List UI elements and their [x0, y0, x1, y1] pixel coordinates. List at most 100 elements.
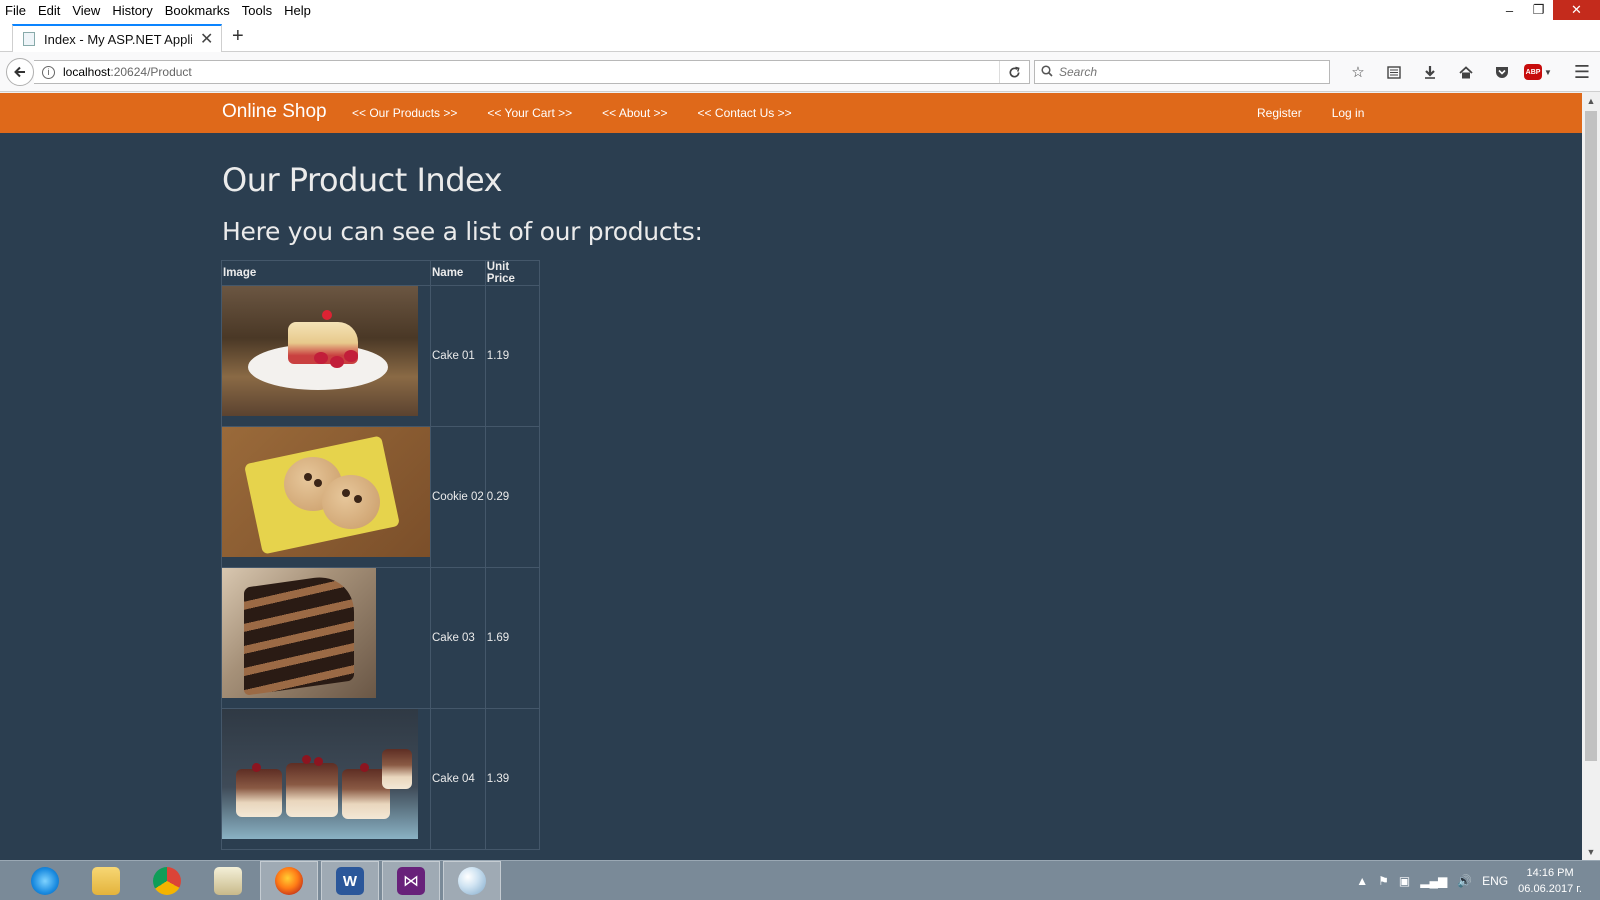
tab-strip: Index - My ASP.NET Applica ✕ + [0, 20, 1600, 52]
chocolate-cake-photo [222, 568, 376, 698]
download-icon[interactable] [1412, 60, 1448, 84]
restore-button[interactable]: ❐ [1524, 0, 1553, 20]
taskbar: W ⋈ ▲ ⚑ ▣ ▂▄▆ 🔊 ENG 14:16 PM 06.06.2017 … [0, 860, 1600, 900]
adblock-dropdown-icon: ▼ [1544, 67, 1552, 77]
login-link[interactable]: Log in [1332, 106, 1365, 120]
image-cell [221, 285, 431, 427]
pocket-icon[interactable] [1484, 60, 1520, 84]
site-navbar: Online Shop << Our Products >> << Your C… [0, 93, 1582, 133]
nav-contact-us-link[interactable]: << Contact Us >> [698, 106, 792, 120]
search-input[interactable] [1059, 65, 1309, 79]
page-title: Our Product Index [222, 161, 503, 199]
firefox-icon[interactable] [260, 861, 318, 900]
image-cell [221, 426, 431, 568]
site-brand-link[interactable]: Online Shop [222, 101, 327, 123]
close-window-button[interactable]: ✕ [1553, 0, 1600, 20]
nav-your-cart-link[interactable]: << Your Cart >> [487, 106, 572, 120]
product-name: Cookie 02 [430, 426, 486, 568]
product-price: 1.39 [484, 708, 540, 850]
site-nav-links: << Our Products >> << Your Cart >> << Ab… [352, 106, 822, 120]
back-arrow-icon [14, 66, 25, 78]
header-image: Image [221, 260, 431, 286]
scroll-down-icon[interactable]: ▼ [1582, 844, 1600, 860]
page-subtitle: Here you can see a list of our products: [222, 217, 703, 246]
image-cell [221, 567, 431, 709]
tray-flag-icon[interactable]: ⚑ [1378, 874, 1389, 888]
product-name: Cake 04 [430, 708, 486, 850]
clock-time: 14:16 PM [1526, 867, 1574, 879]
header-name: Name [430, 260, 486, 286]
vertical-scrollbar[interactable]: ▲ ▼ [1582, 93, 1600, 860]
tray-expand-icon[interactable]: ▲ [1356, 874, 1368, 888]
minimize-button[interactable]: – [1495, 0, 1524, 20]
toolbar-icons: ☆ ABP ▼ [1340, 60, 1556, 84]
table-row: Cake 01 1.19 [221, 285, 540, 427]
tray-volume-icon[interactable]: 🔊 [1457, 874, 1472, 888]
menu-edit[interactable]: Edit [32, 3, 66, 18]
product-price: 0.29 [484, 426, 540, 568]
menu-view[interactable]: View [66, 3, 106, 18]
adblock-badge: ABP [1524, 64, 1543, 80]
menu-bookmarks[interactable]: Bookmarks [159, 3, 236, 18]
cookies-photo [222, 427, 430, 557]
product-price: 1.19 [484, 285, 540, 427]
tray-signal-icon[interactable]: ▂▄▆ [1420, 874, 1447, 888]
header-unit-price: Unit Price [484, 260, 540, 286]
tray-language[interactable]: ENG [1482, 874, 1508, 888]
visual-studio-icon[interactable]: ⋈ [382, 861, 440, 900]
product-name: Cake 03 [430, 567, 486, 709]
reload-icon[interactable] [999, 61, 1029, 83]
product-price: 1.69 [484, 567, 540, 709]
home-icon[interactable] [1448, 60, 1484, 84]
mini-cakes-photo [222, 709, 418, 839]
notepad-icon[interactable] [199, 861, 257, 900]
product-table: Image Name Unit Price Cake 01 1.19 Cooki… [221, 260, 540, 850]
page-viewport: Online Shop << Our Products >> << Your C… [0, 93, 1582, 860]
reading-list-icon[interactable] [1376, 60, 1412, 84]
site-info-icon[interactable]: i [42, 65, 55, 79]
menu-icon[interactable]: ☰ [1574, 62, 1590, 83]
table-row: Cookie 02 0.29 [221, 426, 540, 568]
cake-slice-photo [222, 286, 418, 416]
navigation-bar: i localhost:20624/Product ☆ ABP ▼ ☰ [0, 52, 1600, 92]
clock-date: 06.06.2017 г. [1518, 883, 1582, 895]
url-path: :20624/Product [110, 65, 192, 79]
table-header-row: Image Name Unit Price [221, 260, 540, 286]
menu-history[interactable]: History [106, 3, 158, 18]
search-icon [1041, 64, 1053, 80]
system-tray: ▲ ⚑ ▣ ▂▄▆ 🔊 ENG 14:16 PM 06.06.2017 г. [1356, 861, 1600, 900]
product-name: Cake 01 [430, 285, 486, 427]
menu-file[interactable]: File [0, 3, 32, 18]
table-row: Cake 04 1.39 [221, 708, 540, 850]
back-button[interactable] [6, 58, 34, 86]
scroll-thumb[interactable] [1585, 111, 1597, 761]
file-explorer-icon[interactable] [77, 861, 135, 900]
menu-help[interactable]: Help [278, 3, 317, 18]
internet-explorer-icon[interactable] [16, 861, 74, 900]
paint-icon[interactable] [443, 861, 501, 900]
url-bar[interactable]: i localhost:20624/Product [34, 60, 1030, 84]
menu-tools[interactable]: Tools [236, 3, 278, 18]
url-host: localhost [63, 65, 111, 79]
new-tab-button[interactable]: + [232, 25, 244, 48]
auth-links: Register Log in [1257, 106, 1394, 120]
chrome-icon[interactable] [138, 861, 196, 900]
page-favicon-icon [23, 32, 35, 46]
browser-tab[interactable]: Index - My ASP.NET Applica ✕ [12, 24, 222, 52]
nav-about-link[interactable]: << About >> [602, 106, 667, 120]
tray-network-status-icon[interactable]: ▣ [1399, 874, 1410, 888]
window-controls: – ❐ ✕ [1495, 0, 1600, 20]
image-cell [221, 708, 431, 850]
nav-our-products-link[interactable]: << Our Products >> [352, 106, 457, 120]
table-row: Cake 03 1.69 [221, 567, 540, 709]
tab-close-icon[interactable]: ✕ [200, 29, 213, 49]
word-icon[interactable]: W [321, 861, 379, 900]
clock[interactable]: 14:16 PM 06.06.2017 г. [1518, 865, 1582, 897]
scroll-up-icon[interactable]: ▲ [1582, 93, 1600, 109]
adblock-icon[interactable]: ABP ▼ [1520, 60, 1556, 84]
menu-bar: File Edit View History Bookmarks Tools H… [0, 0, 1600, 20]
register-link[interactable]: Register [1257, 106, 1302, 120]
search-bar[interactable] [1034, 60, 1330, 84]
star-icon[interactable]: ☆ [1340, 60, 1376, 84]
tab-title: Index - My ASP.NET Applica [44, 31, 192, 47]
